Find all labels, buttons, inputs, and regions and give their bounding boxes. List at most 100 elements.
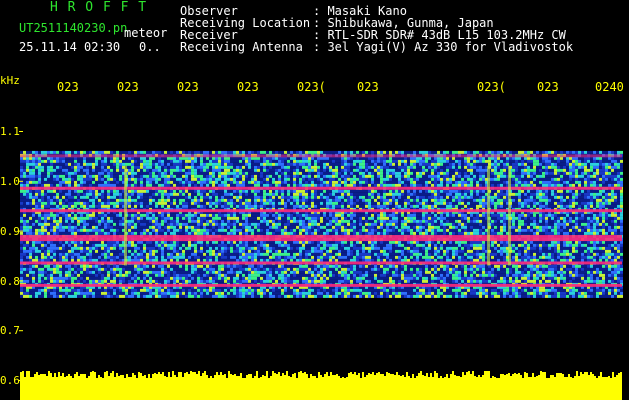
noise-cell (62, 198, 65, 202)
noise-cell (593, 216, 596, 220)
noise-cell (272, 168, 275, 172)
noise-cell (65, 204, 68, 208)
noise-cell (368, 204, 371, 208)
noise-cell (26, 201, 29, 205)
noise-cell (458, 201, 461, 205)
noise-cell (548, 201, 551, 205)
noise-cell (212, 204, 215, 208)
noise-cell (554, 216, 557, 220)
noise-cell (317, 213, 320, 217)
noise-cell (572, 219, 575, 223)
noise-cell (455, 159, 458, 163)
noise-cell (404, 189, 407, 193)
noise-cell (512, 162, 515, 166)
noise-cell (149, 159, 152, 163)
noise-cell (503, 195, 506, 199)
noise-cell (65, 183, 68, 187)
noise-cell (458, 204, 461, 208)
noise-cell (206, 174, 209, 178)
noise-cell (101, 162, 104, 166)
noise-cell (599, 192, 602, 196)
noise-cell (215, 180, 218, 184)
noise-cell (104, 222, 107, 226)
noise-cell (47, 195, 50, 199)
noise-cell (185, 150, 188, 154)
noise-cell (395, 192, 398, 196)
noise-cell (134, 189, 137, 193)
noise-cell (419, 174, 422, 178)
noise-cell (320, 150, 323, 154)
noise-cell (65, 219, 68, 223)
noise-cell (272, 201, 275, 205)
noise-cell (407, 177, 410, 181)
noise-cell (413, 174, 416, 178)
noise-cell (194, 216, 197, 220)
noise-cell (383, 165, 386, 169)
noise-cell (608, 204, 611, 208)
noise-cell (428, 204, 431, 208)
noise-cell (440, 198, 443, 202)
noise-cell (119, 183, 122, 187)
noise-cell (125, 150, 128, 154)
noise-cell (347, 222, 350, 226)
noise-cell (347, 177, 350, 181)
noise-cell (44, 213, 47, 217)
noise-cell (479, 168, 482, 172)
noise-cell (524, 159, 527, 163)
noise-cell (494, 177, 497, 181)
noise-cell (185, 162, 188, 166)
noise-cell (260, 150, 263, 154)
noise-cell (251, 168, 254, 172)
noise-cell (83, 162, 86, 166)
noise-cell (155, 213, 158, 217)
noise-cell (419, 165, 422, 169)
noise-cell (215, 174, 218, 178)
noise-cell (542, 219, 545, 223)
noise-cell (260, 192, 263, 196)
noise-cell (341, 201, 344, 205)
noise-cell (545, 165, 548, 169)
noise-cell (410, 183, 413, 187)
noise-cell (527, 174, 530, 178)
noise-cell (296, 177, 299, 181)
noise-cell (335, 174, 338, 178)
noise-cell (581, 204, 584, 208)
noise-cell (395, 159, 398, 163)
noise-cell (620, 216, 623, 220)
noise-cell (293, 180, 296, 184)
noise-cell (353, 162, 356, 166)
noise-cell (44, 222, 47, 226)
noise-cell (482, 159, 485, 163)
noise-cell (35, 162, 38, 166)
noise-cell (335, 213, 338, 217)
noise-cell (56, 195, 59, 199)
noise-cell (443, 222, 446, 226)
noise-cell (533, 198, 536, 202)
noise-cell (185, 183, 188, 187)
noise-cell (68, 201, 71, 205)
noise-cell (416, 183, 419, 187)
noise-cell (518, 219, 521, 223)
noise-cell (581, 150, 584, 154)
noise-cell (236, 162, 239, 166)
noise-cell (380, 216, 383, 220)
noise-cell (83, 219, 86, 223)
noise-cell (215, 198, 218, 202)
noise-cell (98, 177, 101, 181)
noise-cell (164, 171, 167, 175)
noise-cell (71, 159, 74, 163)
noise-cell (584, 150, 587, 154)
noise-cell (86, 195, 89, 199)
noise-cell (335, 183, 338, 187)
noise-cell (224, 183, 227, 187)
noise-cell (512, 195, 515, 199)
noise-cell (341, 183, 344, 187)
noise-cell (281, 204, 284, 208)
noise-cell (491, 159, 494, 163)
noise-cell (323, 165, 326, 169)
noise-cell (464, 180, 467, 184)
noise-cell (185, 192, 188, 196)
noise-cell (458, 195, 461, 199)
noise-cell (200, 216, 203, 220)
noise-cell (341, 180, 344, 184)
